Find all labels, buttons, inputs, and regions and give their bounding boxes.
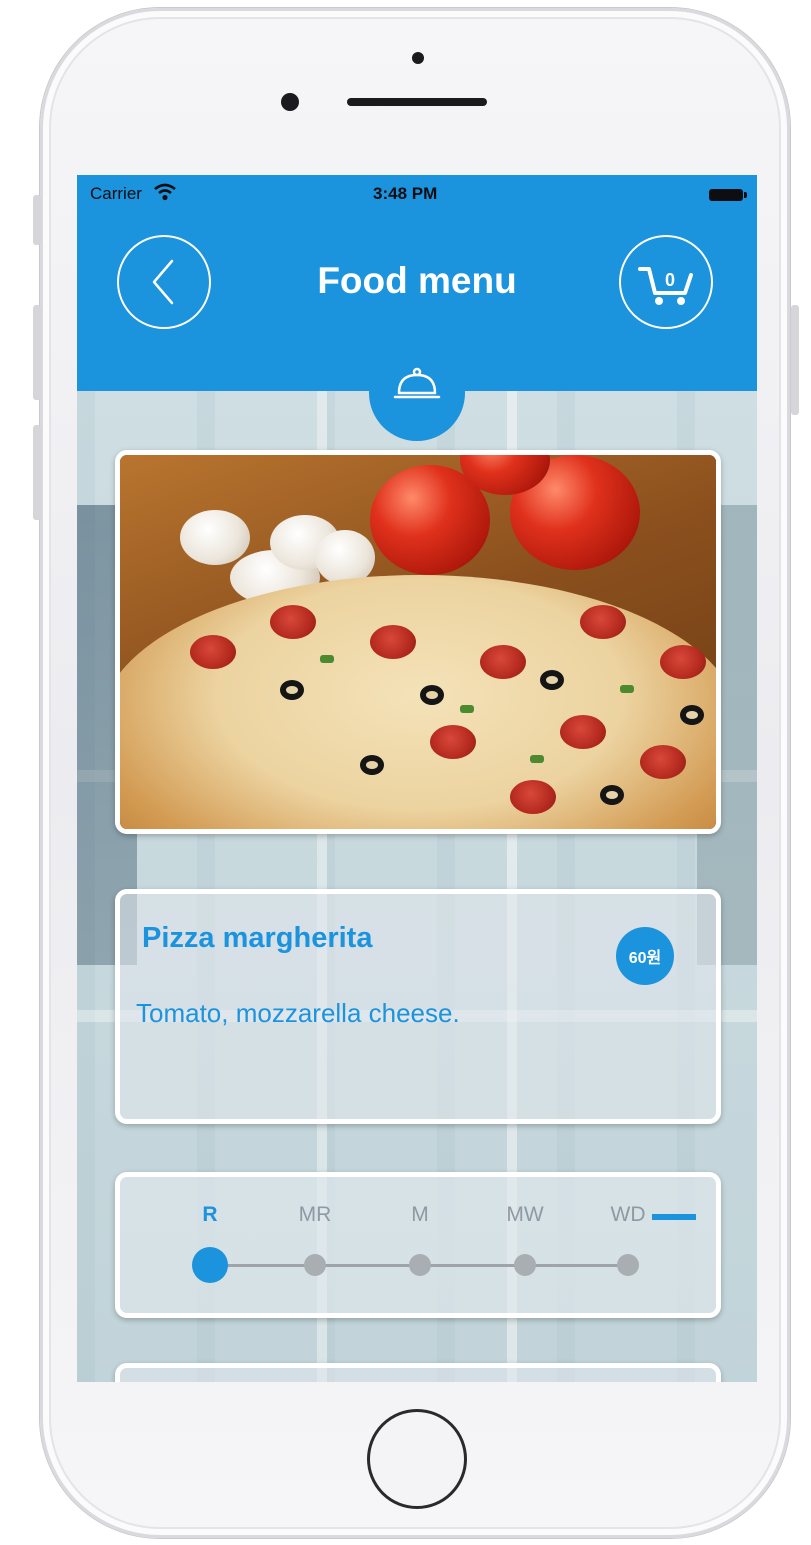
page-title: Food menu xyxy=(317,260,517,301)
back-arrow-icon xyxy=(152,259,174,305)
silent-switch[interactable] xyxy=(33,195,41,245)
doneness-label-mr[interactable]: MR xyxy=(285,1203,345,1227)
dish-description: Tomato, mozzarella cheese. xyxy=(136,998,460,1028)
status-time: 3:48 PM xyxy=(373,184,438,203)
doneness-dot-r-selected[interactable] xyxy=(192,1247,228,1283)
doneness-label-m[interactable]: M xyxy=(390,1203,450,1227)
proximity-sensor xyxy=(412,52,424,64)
next-card xyxy=(115,1363,721,1382)
status-bar: Carrier 3:48 PM xyxy=(77,183,757,207)
cloche-icon xyxy=(393,367,441,399)
volume-down-button[interactable] xyxy=(33,425,41,520)
dish-photo xyxy=(115,450,721,834)
doneness-dot-m[interactable] xyxy=(409,1254,431,1276)
cart-icon: 0 xyxy=(638,267,693,305)
doneness-label-mw[interactable]: MW xyxy=(495,1203,555,1227)
dish-info-card: Pizza margherita 60원 Tomato, mozzarella … xyxy=(115,889,721,1124)
volume-up-button[interactable] xyxy=(33,305,41,400)
front-camera xyxy=(281,93,299,111)
selection-indicator xyxy=(652,1214,696,1220)
earpiece-speaker xyxy=(347,98,487,106)
cart-button[interactable]: 0 xyxy=(619,235,713,329)
doneness-dot-wd[interactable] xyxy=(617,1254,639,1276)
menu-tab-button[interactable] xyxy=(369,345,465,441)
app-screen: Carrier 3:48 PM Food menu 0 Pizza marghe… xyxy=(77,175,757,1382)
back-button[interactable] xyxy=(117,235,211,329)
power-button[interactable] xyxy=(791,305,799,415)
doneness-label-wd[interactable]: WD xyxy=(598,1203,658,1227)
doneness-dot-mr[interactable] xyxy=(304,1254,326,1276)
home-button[interactable] xyxy=(367,1409,467,1509)
carrier-label: Carrier xyxy=(90,184,142,203)
doneness-selector[interactable]: R MR M MW WD xyxy=(115,1172,721,1318)
battery-icon xyxy=(709,189,747,201)
doneness-label-r[interactable]: R xyxy=(180,1203,240,1227)
wifi-icon xyxy=(154,183,176,206)
price-badge: 60원 xyxy=(616,927,674,985)
doneness-labels: R MR M MW WD xyxy=(120,1203,716,1233)
cart-count: 0 xyxy=(665,270,675,290)
doneness-dot-mw[interactable] xyxy=(514,1254,536,1276)
dish-name: Pizza margherita xyxy=(142,922,373,954)
